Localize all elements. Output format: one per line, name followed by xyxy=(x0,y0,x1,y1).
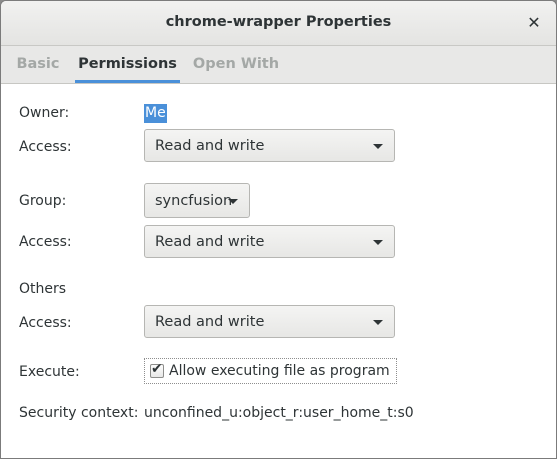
tab-bar: Basic Permissions Open With xyxy=(1,46,556,84)
title-bar[interactable]: chrome-wrapper Properties ✕ xyxy=(1,1,556,46)
chevron-down-icon xyxy=(373,240,383,245)
chevron-down-icon xyxy=(373,144,383,149)
security-context-label: Security context: xyxy=(19,405,139,421)
execute-checkbox-row[interactable]: ✔ Allow executing file as program xyxy=(144,358,397,384)
chevron-down-icon xyxy=(228,199,238,204)
group-access-value: Read and write xyxy=(155,234,265,250)
execute-label: Execute: xyxy=(19,364,80,380)
execute-checkbox[interactable]: ✔ xyxy=(150,361,164,378)
owner-value[interactable]: Me xyxy=(144,104,167,123)
security-context-value: unconfined_u:object_r:user_home_t:s0 xyxy=(144,405,414,421)
others-access-value: Read and write xyxy=(155,314,265,330)
others-access-label: Access: xyxy=(19,315,72,331)
owner-label: Owner: xyxy=(19,105,70,121)
group-value: syncfusion xyxy=(155,193,233,209)
tab-open-with[interactable]: Open With xyxy=(185,46,287,83)
owner-access-label: Access: xyxy=(19,139,72,155)
checkmark-icon: ✔ xyxy=(151,361,163,377)
execute-checkbox-label[interactable]: Allow executing file as program xyxy=(169,363,390,379)
chevron-down-icon xyxy=(373,320,383,325)
tab-permissions[interactable]: Permissions xyxy=(75,46,180,83)
others-access-dropdown[interactable]: Read and write xyxy=(144,305,395,338)
group-access-label: Access: xyxy=(19,234,72,250)
group-access-dropdown[interactable]: Read and write xyxy=(144,225,395,258)
permissions-panel: Owner: Me Access: Read and write Group: … xyxy=(2,84,555,458)
close-icon[interactable]: ✕ xyxy=(524,13,544,33)
group-label: Group: xyxy=(19,193,67,209)
properties-window: chrome-wrapper Properties ✕ Basic Permis… xyxy=(0,0,557,459)
window-title: chrome-wrapper Properties xyxy=(165,14,392,30)
group-dropdown[interactable]: syncfusion xyxy=(144,183,250,218)
owner-access-dropdown[interactable]: Read and write xyxy=(144,129,395,162)
tab-basic[interactable]: Basic xyxy=(1,46,75,83)
owner-access-value: Read and write xyxy=(155,138,265,154)
others-label: Others xyxy=(19,281,67,297)
